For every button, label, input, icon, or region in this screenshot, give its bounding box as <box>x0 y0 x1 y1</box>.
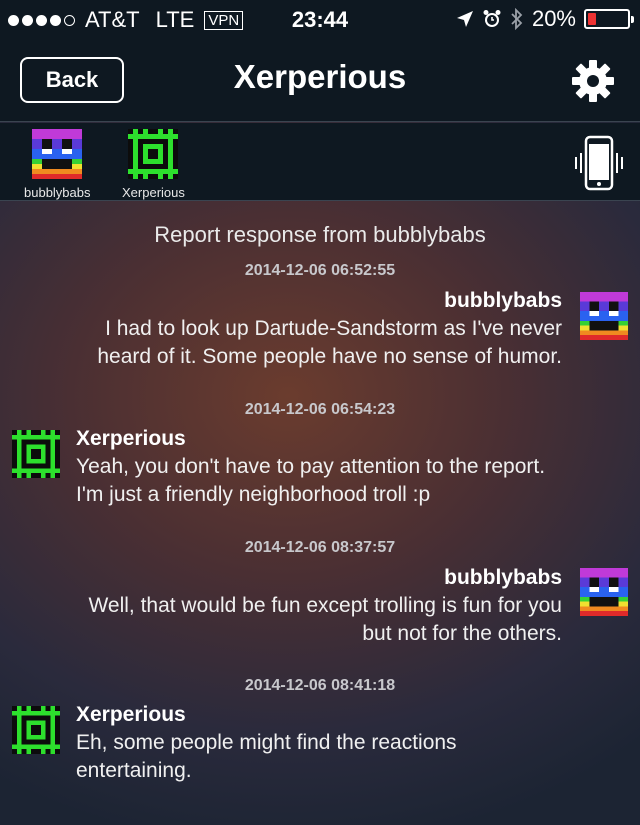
page-title: Xerperious <box>233 58 407 95</box>
rainbow-avatar-icon <box>32 129 83 179</box>
message-timestamp: 2014-12-06 06:54:23 <box>244 401 396 418</box>
message-line: heard of it. Some people have no sense o… <box>97 345 562 368</box>
message-xerperious: Xerperious Eh, some people might find th… <box>76 703 636 785</box>
message-bubblybabs: bubblybabs I had to look up Dartude-Sand… <box>2 289 562 371</box>
battery-percent: 20% <box>531 6 576 31</box>
participants-bar: bubblybabs Xerperious <box>0 123 640 201</box>
message-line: I'm just a friendly neighborhood troll :… <box>76 483 431 506</box>
message-bubblybabs: bubblybabs Well, that would be fun excep… <box>2 566 562 648</box>
rainbow-avatar-icon <box>580 568 628 616</box>
green-avatar-icon <box>12 706 60 754</box>
status-bar: AT&T LTE VPN 23:44 20% <box>0 0 640 40</box>
message-line: I had to look up Dartude-Sandstorm as I'… <box>105 317 562 340</box>
sender-name: Xerperious <box>76 427 186 450</box>
location-arrow-icon <box>456 11 473 27</box>
participant-bubblybabs[interactable]: bubblybabs <box>24 129 91 200</box>
green-avatar-icon <box>128 129 179 179</box>
sender-name: Xerperious <box>76 703 186 726</box>
message-line: entertaining. <box>76 759 192 782</box>
green-avatar-icon <box>12 430 60 478</box>
message-timestamp: 2014-12-06 06:52:55 <box>244 262 396 279</box>
message-line: Yeah, you don't have to pay attention to… <box>76 455 546 478</box>
top-bar: AT&T LTE VPN 23:44 20% Back Xerperious <box>0 0 640 122</box>
rainbow-avatar-icon <box>580 292 628 340</box>
message-xerperious: Xerperious Yeah, you don't have to pay a… <box>76 427 636 509</box>
message-timestamp: 2014-12-06 08:37:57 <box>244 539 396 556</box>
participant-name: Xerperious <box>122 185 185 200</box>
battery-icon <box>584 9 634 29</box>
gear-icon[interactable] <box>570 58 616 104</box>
sender-name: bubblybabs <box>444 566 562 589</box>
message-line: but not for the others. <box>362 622 562 645</box>
participant-name: bubblybabs <box>24 185 91 200</box>
alarm-clock-icon <box>483 10 501 27</box>
vibrate-phone-icon[interactable] <box>572 135 626 191</box>
conversation-heading: Report response from bubblybabs <box>154 222 486 247</box>
message-line: Well, that would be fun except trolling … <box>88 594 562 617</box>
participant-xerperious[interactable]: Xerperious <box>122 129 185 200</box>
message-timestamp: 2014-12-06 08:41:18 <box>244 677 396 694</box>
message-line: Eh, some people might find the reactions <box>76 731 457 754</box>
sender-name: bubblybabs <box>444 289 562 312</box>
bluetooth-icon <box>511 8 523 30</box>
